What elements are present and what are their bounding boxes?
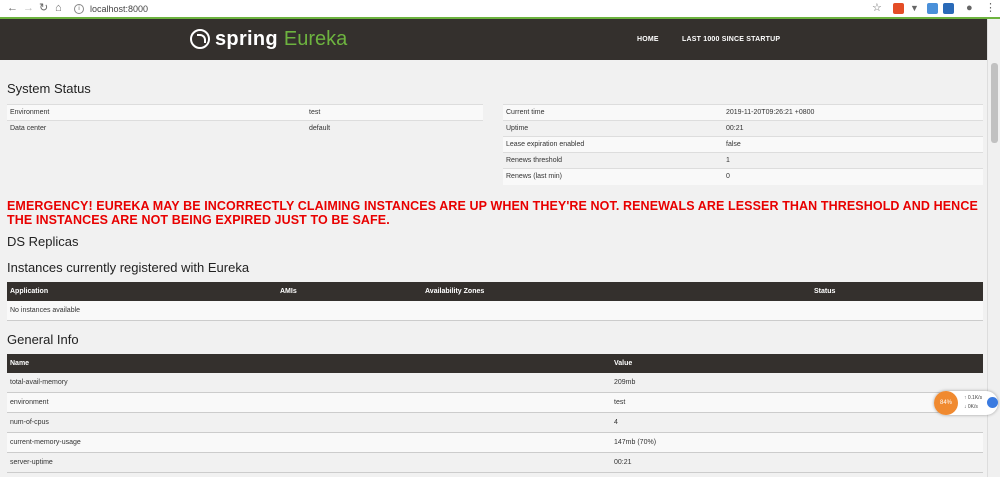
menu-dots-icon[interactable]: ⋮ bbox=[985, 1, 996, 16]
brand-eureka: Eureka bbox=[283, 27, 348, 50]
ds-replicas-title: DS Replicas bbox=[7, 234, 79, 249]
status-value: false bbox=[723, 136, 983, 153]
table-row: current-memory-usage 147mb (70%) bbox=[7, 432, 983, 453]
instances-title: Instances currently registered with Eure… bbox=[7, 260, 250, 275]
upload-rate-value: 0.1K/s bbox=[967, 395, 983, 401]
forward-arrow-icon[interactable]: → bbox=[23, 1, 34, 16]
status-value: default bbox=[306, 120, 483, 137]
status-value: 00:21 bbox=[723, 120, 983, 137]
info-name: total-avail-memory bbox=[7, 373, 611, 393]
status-value: 2019-11-20T09:26:21 +0800 bbox=[723, 104, 983, 121]
table-row: Data center default bbox=[7, 120, 483, 137]
bookmark-star-icon[interactable]: ☆ bbox=[872, 1, 882, 16]
nav-last1000-link[interactable]: LAST 1000 SINCE STARTUP bbox=[682, 36, 780, 43]
info-value: 147mb (70%) bbox=[611, 432, 983, 453]
column-header-value: Value bbox=[611, 354, 983, 373]
info-name: current-memory-usage bbox=[7, 432, 611, 453]
info-value: 209mb bbox=[611, 373, 983, 393]
system-status-title: System Status bbox=[7, 81, 91, 96]
table-row: Lease expiration enabled false bbox=[503, 136, 983, 153]
rocket-icon[interactable] bbox=[987, 397, 998, 408]
info-name: environment bbox=[7, 392, 611, 413]
status-key: Data center bbox=[7, 120, 306, 137]
browser-toolbar: ← → ↻ ⌂ i localhost:8000 ☆ ▼ ● ⋮ bbox=[0, 0, 1000, 18]
filter-extension-icon[interactable]: ▼ bbox=[910, 1, 919, 16]
status-key: Lease expiration enabled bbox=[503, 136, 723, 153]
table-row: server-uptime 00:21 bbox=[7, 452, 983, 473]
table-row: num-of-cpus 4 bbox=[7, 412, 983, 433]
table-row: environment test bbox=[7, 392, 983, 413]
info-value: test bbox=[611, 392, 983, 413]
download-rate-value: 0K/s bbox=[967, 404, 978, 410]
spring-leaf-icon bbox=[190, 29, 210, 49]
nav-home-link[interactable]: HOME bbox=[637, 36, 659, 43]
column-header-amis[interactable]: AMIs bbox=[277, 282, 422, 301]
column-header-application[interactable]: Application bbox=[7, 282, 277, 301]
spring-eureka-logo[interactable]: spring Eureka bbox=[190, 27, 347, 51]
table-row: No instances available bbox=[7, 301, 983, 321]
info-icon[interactable]: i bbox=[74, 3, 84, 14]
table-row: Renews (last min) 0 bbox=[503, 168, 983, 185]
general-info-table: Name Value total-avail-memory 209mb envi… bbox=[7, 354, 983, 473]
home-icon[interactable]: ⌂ bbox=[55, 1, 62, 16]
info-name: num-of-cpus bbox=[7, 412, 611, 433]
network-speed-widget[interactable]: 84% ↑ 0.1K/s ↓ 0K/s bbox=[934, 391, 998, 415]
status-key: Uptime bbox=[503, 120, 723, 137]
address-bar[interactable]: i localhost:8000 bbox=[74, 2, 148, 15]
extension-icon[interactable] bbox=[893, 3, 904, 14]
column-header-zones[interactable]: Availability Zones bbox=[422, 282, 811, 301]
status-value: 1 bbox=[723, 152, 983, 169]
status-key: Renews threshold bbox=[503, 152, 723, 169]
download-rate: ↓ 0K/s bbox=[964, 404, 978, 410]
back-arrow-icon[interactable]: ← bbox=[7, 1, 18, 16]
table-row: total-avail-memory 209mb bbox=[7, 373, 983, 393]
info-value: 4 bbox=[611, 412, 983, 433]
general-info-title: General Info bbox=[7, 332, 79, 347]
status-key: Renews (last min) bbox=[503, 168, 723, 185]
system-status-left-table: Environment test Data center default bbox=[7, 104, 483, 137]
status-key: Current time bbox=[503, 104, 723, 121]
scrollbar-thumb[interactable] bbox=[991, 63, 998, 143]
extension-icon[interactable] bbox=[927, 3, 938, 14]
reload-icon[interactable]: ↻ bbox=[39, 1, 48, 16]
navbar: spring Eureka HOME LAST 1000 SINCE START… bbox=[0, 19, 987, 60]
info-name: server-uptime bbox=[7, 452, 611, 473]
table-row: Uptime 00:21 bbox=[503, 120, 983, 137]
system-status-right-table: Current time 2019-11-20T09:26:21 +0800 U… bbox=[503, 104, 983, 185]
column-header-name: Name bbox=[7, 354, 611, 373]
table-row: Environment test bbox=[7, 104, 483, 121]
instances-table: Application AMIs Availability Zones Stat… bbox=[7, 282, 983, 321]
upload-rate: ↑ 0.1K/s bbox=[964, 395, 983, 401]
table-header-row: Name Value bbox=[7, 354, 983, 373]
brand-spring: spring bbox=[215, 27, 278, 50]
profile-icon[interactable]: ● bbox=[966, 1, 973, 16]
status-key: Environment bbox=[7, 104, 306, 121]
extension-icon[interactable] bbox=[943, 3, 954, 14]
table-row: Current time 2019-11-20T09:26:21 +0800 bbox=[503, 104, 983, 121]
column-header-status[interactable]: Status bbox=[811, 282, 983, 301]
emergency-warning: EMERGENCY! EUREKA MAY BE INCORRECTLY CLA… bbox=[7, 199, 978, 227]
url-text[interactable]: localhost:8000 bbox=[90, 4, 148, 14]
status-value: 0 bbox=[723, 168, 983, 185]
memory-percent-ball[interactable]: 84% bbox=[934, 391, 958, 415]
status-value: test bbox=[306, 104, 483, 121]
info-value: 00:21 bbox=[611, 452, 983, 473]
empty-instances-text: No instances available bbox=[7, 301, 983, 321]
table-header-row: Application AMIs Availability Zones Stat… bbox=[7, 282, 983, 301]
table-row: Renews threshold 1 bbox=[503, 152, 983, 169]
